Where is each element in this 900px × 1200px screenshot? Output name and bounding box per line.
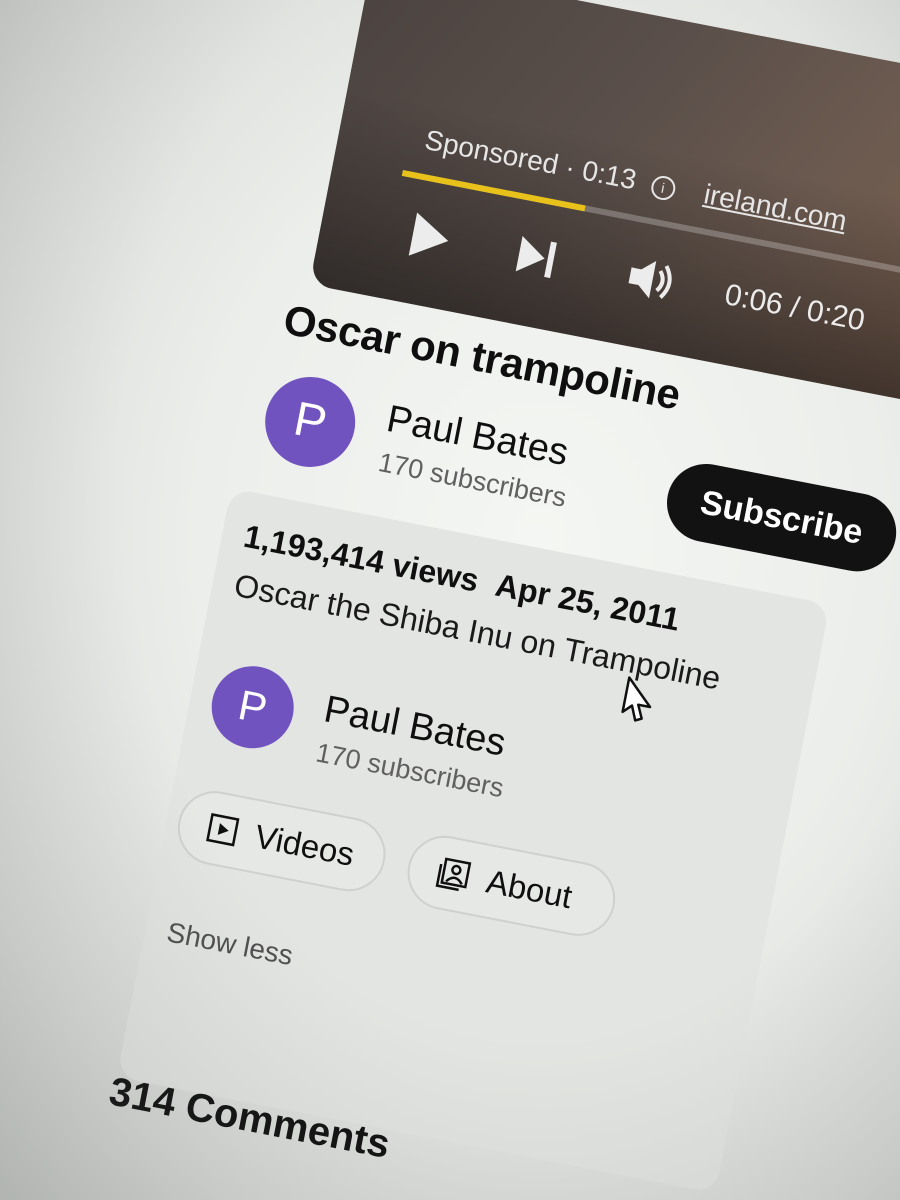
photo-background: Sponsored · 0:13 i ireland.com 0:06 / 0:… — [0, 0, 900, 1200]
videos-label: Videos — [251, 817, 358, 873]
info-icon[interactable]: i — [648, 173, 677, 203]
avatar[interactable]: P — [257, 369, 363, 475]
about-label: About — [483, 862, 576, 916]
about-button[interactable]: About — [401, 829, 622, 943]
description-box[interactable]: 1,193,414 viewsApr 25, 2011 Oscar the Sh… — [116, 488, 830, 1194]
play-icon[interactable] — [404, 209, 457, 266]
youtube-watch-page: Sponsored · 0:13 i ireland.com 0:06 / 0:… — [0, 0, 900, 1200]
next-icon[interactable] — [511, 231, 563, 283]
videos-button[interactable]: Videos — [171, 784, 392, 898]
video-icon — [206, 813, 240, 847]
subscribe-button[interactable]: Subscribe — [660, 457, 900, 579]
show-less-button[interactable]: Show less — [164, 916, 295, 972]
profile-icon — [435, 857, 472, 892]
volume-icon[interactable] — [623, 251, 681, 308]
avatar[interactable]: P — [204, 659, 301, 756]
